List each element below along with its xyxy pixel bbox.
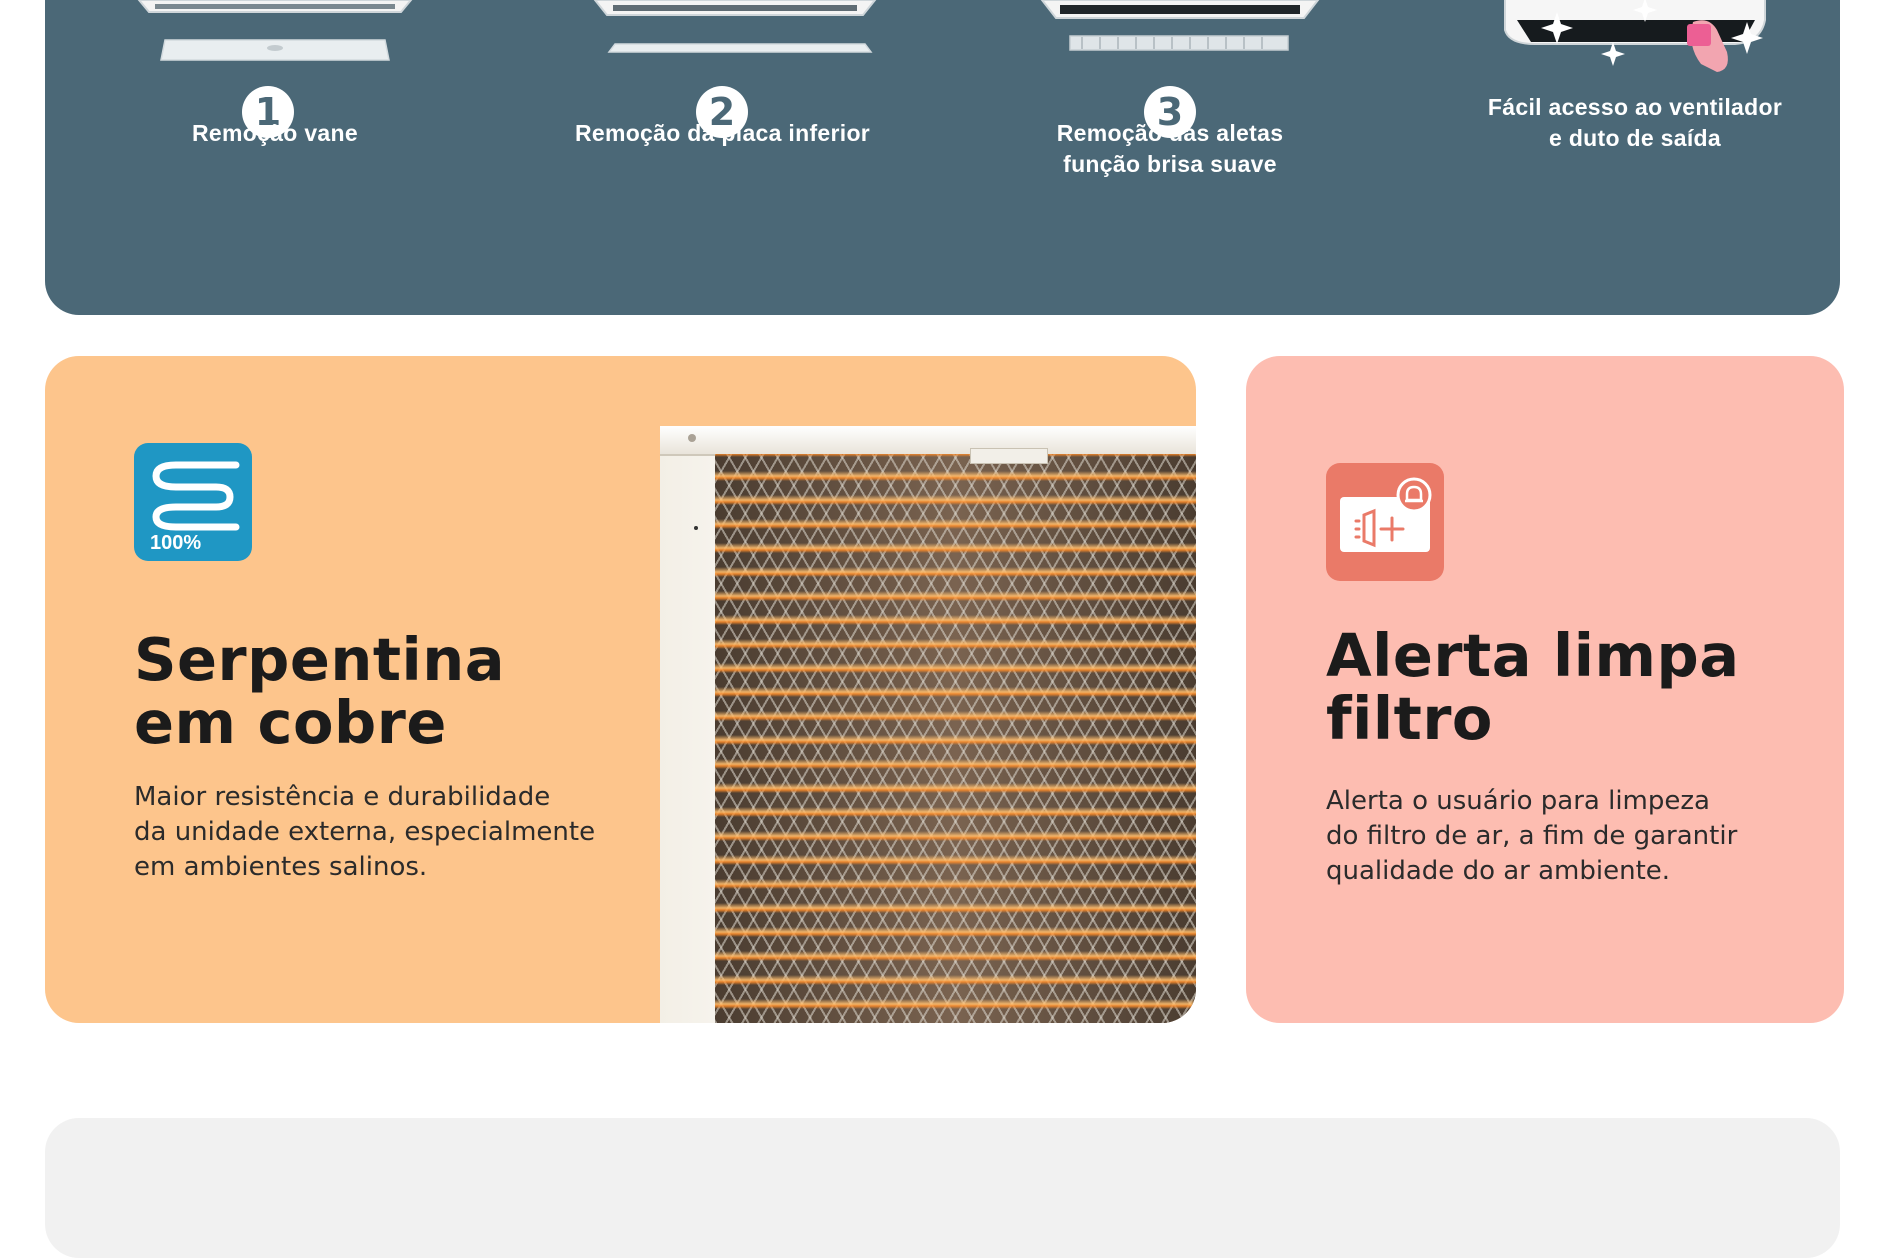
copper-coil-card: 100% Serpentina em cobre Maior resistênc… <box>45 356 1196 1023</box>
removal-steps-panel: 1 Remoção vane 2 Remoção da placa inferi… <box>45 0 1840 315</box>
coil-clip <box>970 448 1048 464</box>
coil-screw <box>688 434 696 442</box>
filter-card-description: Alerta o usuário para limpeza do filtro … <box>1326 786 1738 886</box>
coil-frame-dot <box>694 526 698 530</box>
coil-mesh <box>715 454 1196 1023</box>
copper-card-description: Maior resistência e durabilidade da unid… <box>134 782 596 882</box>
filter-alert-icon <box>1326 463 1444 581</box>
step-label: Remoção vane <box>192 120 358 146</box>
next-section-panel <box>45 1118 1840 1258</box>
copper-coil-icon: 100% <box>134 443 252 561</box>
coil-frame-top <box>660 426 1196 456</box>
step-label: Remoção da placa inferior <box>574 120 871 146</box>
copper-coil-photo <box>660 426 1196 1023</box>
copper-card-title: Serpentina em cobre <box>134 625 506 757</box>
copper-icon-caption: 100% <box>150 532 201 554</box>
ac-fan-cleaning-illustration <box>1504 0 1766 72</box>
ac-vane-removal-illustration <box>137 0 413 61</box>
ac-louver-removal-illustration <box>1040 0 1320 51</box>
filter-alert-card: Alerta limpa filtro Alerta o usuário par… <box>1246 356 1844 1023</box>
ac-bottom-plate-removal-illustration <box>593 0 877 53</box>
step-label: Fácil acesso ao ventilador e duto de saí… <box>1487 94 1783 151</box>
step-label: Remoção das aletas função brisa suave <box>1056 120 1284 177</box>
filter-card-title: Alerta limpa filtro <box>1326 621 1740 753</box>
